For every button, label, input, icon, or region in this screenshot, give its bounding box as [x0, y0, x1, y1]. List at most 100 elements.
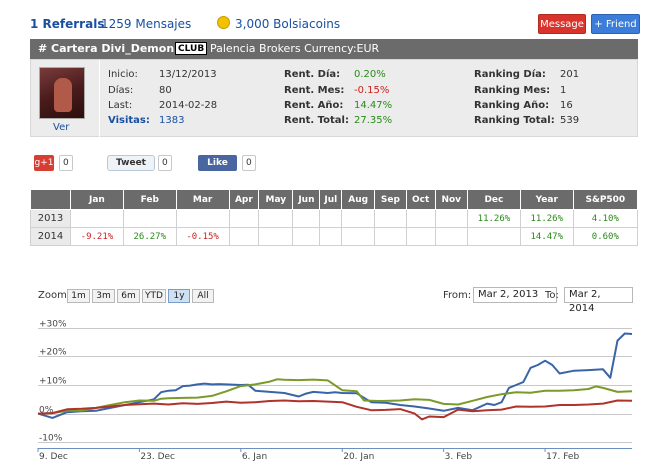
- return-cell: [70, 209, 124, 228]
- message-button[interactable]: Message: [538, 14, 586, 34]
- return-cell: -9.21%: [70, 227, 124, 246]
- return-cell: [228, 227, 260, 246]
- return-cell: [258, 209, 294, 228]
- return-cell: [467, 227, 521, 246]
- coin-icon: [217, 16, 230, 29]
- monthly-performance-table: Jan Feb Mar Apr May Jun Jul Aug Sep Oct Nov Dec Year…: [30, 189, 639, 246]
- zoom-ytd-button[interactable]: YTD: [142, 289, 166, 303]
- x-tick-label: 23. Dec: [140, 452, 175, 461]
- gplus-button[interactable]: g+1: [34, 155, 54, 171]
- return-cell: [434, 227, 469, 246]
- return-cell: [341, 209, 376, 228]
- month-header: Nov: [434, 189, 469, 210]
- x-tick-label: 17. Feb: [546, 452, 579, 461]
- from-label: From:: [443, 290, 472, 301]
- ranking-mes-value: 1: [560, 85, 567, 96]
- bolsiacoins-link[interactable]: 3,000 Bolsiacoins: [235, 17, 340, 31]
- x-tick-label: 9. Dec: [39, 452, 68, 461]
- return-cell: [434, 209, 469, 228]
- month-header: Jan: [70, 189, 124, 210]
- y-tick-label: +10%: [39, 377, 67, 387]
- ranking-dia-value: 201: [560, 69, 580, 80]
- ver-link[interactable]: Ver: [53, 122, 69, 133]
- return-cell: [319, 209, 343, 228]
- ranking-total-value: 539: [560, 115, 580, 126]
- gplus-count: 0: [59, 155, 73, 171]
- zoom-all-button[interactable]: All: [192, 289, 214, 303]
- return-cell: -0.15%: [175, 227, 230, 246]
- rent-ano-value: 14.47%: [354, 100, 393, 111]
- avatar-figure: [54, 78, 72, 112]
- rent-mes-label: Rent. Mes:: [284, 85, 345, 96]
- inicio-value: 13/12/2013: [159, 69, 217, 80]
- rent-dia-label: Rent. Día:: [284, 69, 341, 80]
- broker-info: Palencia Brokers Currency:EUR: [210, 42, 380, 55]
- table-header-row: Jan Feb Mar Apr May Jun Jul Aug Sep Oct Nov Dec Year…: [30, 189, 639, 210]
- ranking-ano-value: 16: [560, 100, 573, 111]
- series-line-2: [37, 378, 633, 415]
- return-cell: 14.47%: [519, 227, 574, 246]
- rent-total-label: Rent. Total:: [284, 115, 349, 126]
- month-header: Year: [519, 189, 574, 210]
- last-label: Last:: [108, 100, 133, 111]
- like-count: 0: [242, 155, 256, 171]
- return-cell: [258, 227, 294, 246]
- portfolio-title: # Cartera Divi_Demon: [38, 42, 175, 55]
- month-header: Jul: [319, 189, 343, 210]
- dias-value: 80: [159, 85, 172, 96]
- month-header: Jun: [292, 189, 321, 210]
- last-value: 2014-02-28: [159, 100, 218, 111]
- zoom-3m-button[interactable]: 3m: [92, 289, 115, 303]
- tweet-button[interactable]: Tweet: [107, 155, 155, 171]
- like-button[interactable]: Like: [198, 155, 237, 171]
- return-cell: 26.27%: [122, 227, 177, 246]
- month-header: May: [258, 189, 294, 210]
- return-cell: [374, 227, 407, 246]
- to-label: To:: [545, 290, 559, 301]
- ranking-total-label: Ranking Total:: [474, 115, 555, 126]
- ranking-mes-label: Ranking Mes:: [474, 85, 551, 96]
- return-cell: [292, 227, 321, 246]
- y-tick-label: +20%: [39, 348, 67, 358]
- zoom-6m-button[interactable]: 6m: [117, 289, 140, 303]
- series-line-3: [37, 399, 633, 421]
- rent-total-value: 27.35%: [354, 115, 393, 126]
- return-cell: 11.26%: [467, 209, 521, 228]
- return-cell: 4.10%: [572, 209, 639, 228]
- rent-dia-value: 0.20%: [354, 69, 386, 80]
- return-cell: [122, 209, 177, 228]
- portfolio-header: # Cartera Divi_Demon CLUB Palencia Broke…: [30, 39, 638, 59]
- month-header: Aug: [341, 189, 376, 210]
- to-date-input[interactable]: Mar 2, 2014: [564, 287, 633, 314]
- visitas-label[interactable]: Visitas:: [108, 115, 150, 126]
- table-row: 2014 -9.21% 26.27% -0.15% 14.47% 0.60%: [30, 227, 639, 246]
- return-cell: [292, 209, 321, 228]
- x-tick-label: 20. Jan: [343, 452, 374, 461]
- return-cell: [228, 209, 260, 228]
- mensajes-link[interactable]: 1259 Mensajes: [101, 17, 191, 31]
- month-header: Sep: [374, 189, 407, 210]
- club-badge: CLUB: [175, 42, 208, 55]
- zoom-1m-button[interactable]: 1m: [67, 289, 90, 303]
- add-friend-button[interactable]: + Friend: [591, 14, 640, 34]
- return-cell: [175, 209, 230, 228]
- return-cell: 11.26%: [519, 209, 574, 228]
- return-cell: [319, 227, 343, 246]
- rent-ano-label: Rent. Año:: [284, 100, 344, 111]
- visitas-value: 1383: [159, 115, 185, 126]
- avatar[interactable]: [39, 67, 85, 119]
- return-cell: 0.60%: [572, 227, 639, 246]
- month-header: S&P500: [572, 189, 639, 210]
- ranking-dia-label: Ranking Día:: [474, 69, 546, 80]
- zoom-label: Zoom: [38, 290, 67, 301]
- return-cell: [405, 209, 436, 228]
- table-row: 2013 11.26% 11.26% 4.10%: [30, 209, 639, 228]
- month-header: Dec: [467, 189, 521, 210]
- x-tick-label: 3. Feb: [445, 452, 473, 461]
- table-corner-header: [30, 189, 71, 210]
- zoom-1y-button[interactable]: 1y: [168, 289, 190, 303]
- year-cell: 2014: [30, 227, 71, 246]
- tweet-count: 0: [158, 155, 172, 171]
- referrals-link[interactable]: 1 Referrals: [30, 17, 104, 31]
- portfolio-info-box: Ver Inicio: 13/12/2013 Días: 80 Last: 20…: [30, 59, 638, 138]
